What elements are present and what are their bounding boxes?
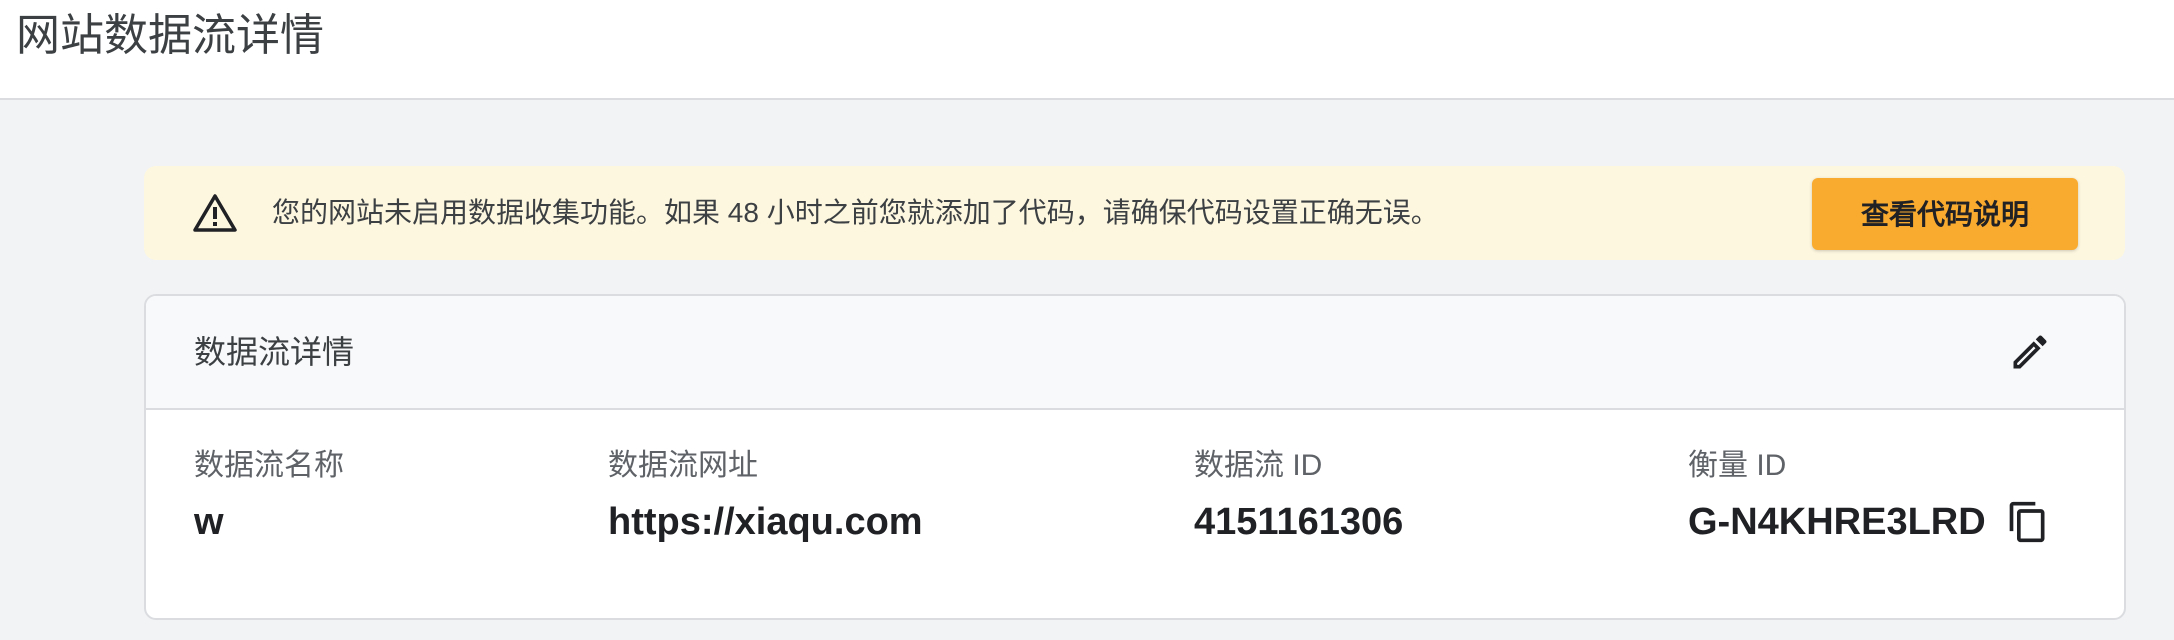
measurement-id-label: 衡量 ID [1688,449,1787,482]
page-header: 网站数据流详情 [0,0,2174,100]
warning-icon [192,193,238,233]
pencil-icon[interactable] [2008,330,2052,374]
stream-name-value: w [194,501,224,543]
measurement-id-value: G-N4KHRE3LRD [1688,501,1986,543]
stream-name-label: 数据流名称 [194,449,344,482]
stream-id-field: 数据流 ID 4151161306 [1194,446,1403,546]
stream-url-value: https://xiaqu.com [608,501,923,543]
stream-name-field: 数据流名称 w [194,446,344,546]
stream-details-card: 数据流详情 数据流名称 w 数据流网址 https://xiaqu.com 数据… [144,294,2126,620]
data-collection-alert: 您的网站未启用数据收集功能。如果 48 小时之前您就添加了代码，请确保代码设置正… [144,166,2125,260]
stream-url-field: 数据流网址 https://xiaqu.com [608,446,923,546]
stream-url-label: 数据流网址 [608,449,758,482]
stream-id-value: 4151161306 [1194,501,1404,543]
card-header: 数据流详情 [146,296,2124,410]
card-title: 数据流详情 [194,334,355,370]
page-title: 网站数据流详情 [16,11,324,60]
copy-icon[interactable] [2006,498,2050,546]
alert-message: 您的网站未启用数据收集功能。如果 48 小时之前您就添加了代码，请确保代码设置正… [272,197,1439,228]
stream-id-label: 数据流 ID [1194,449,1323,482]
measurement-id-field: 衡量 ID G-N4KHRE3LRD [1688,446,1986,546]
view-code-instructions-button[interactable]: 查看代码说明 [1812,178,2078,250]
